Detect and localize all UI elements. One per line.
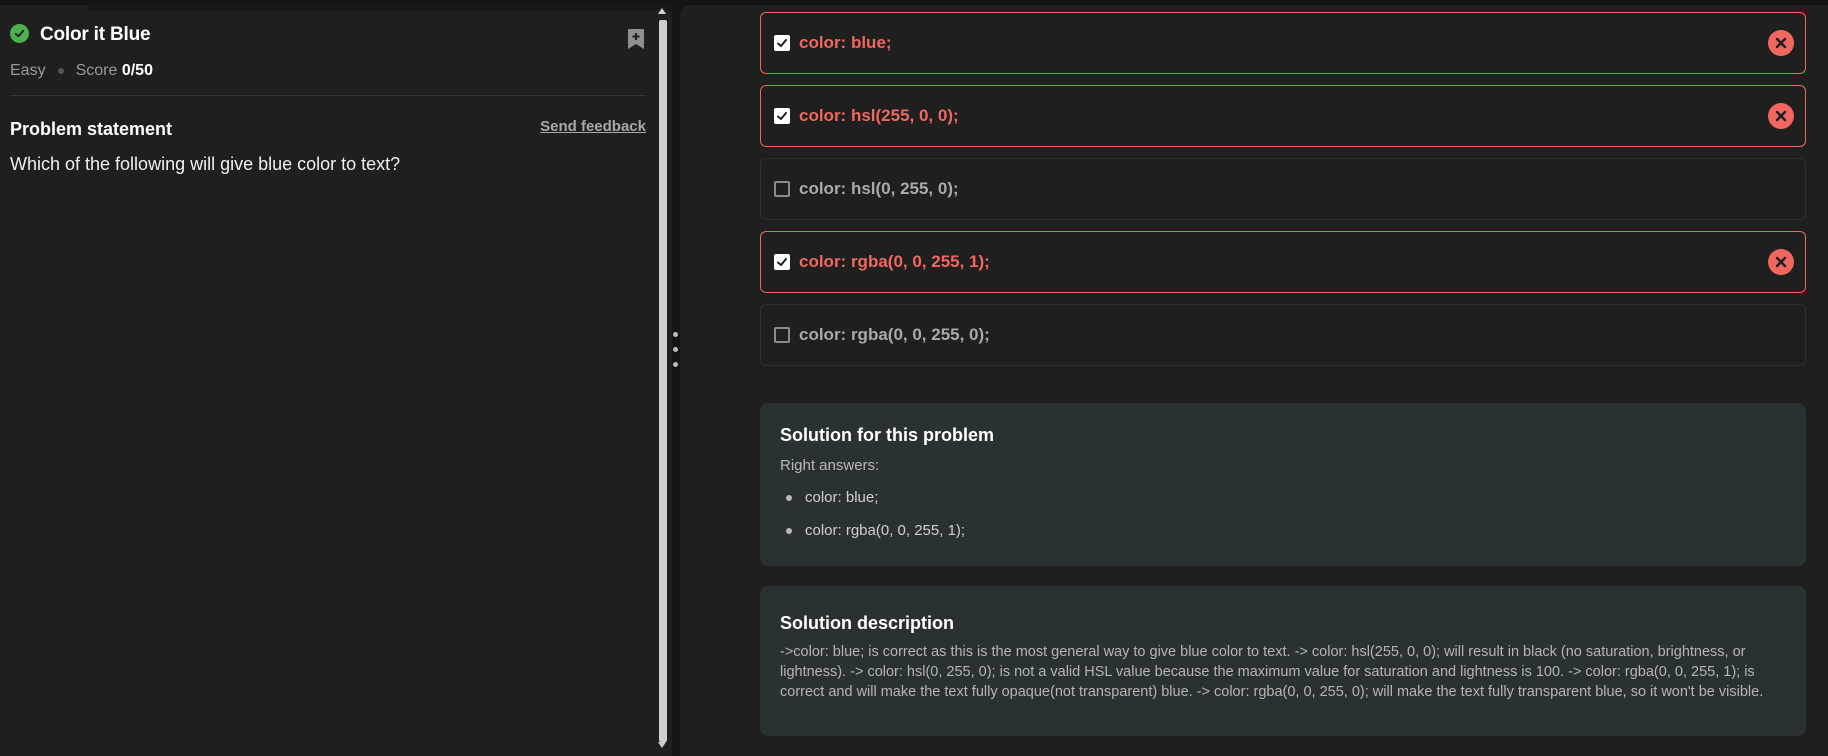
score-label: Score [75,62,118,79]
drag-handle-icon[interactable] [673,332,679,368]
right-answers-label: Right answers: [780,457,880,474]
answer-panel: color: blue; color: hsl(255, 0, 0); color:… [680,5,1828,756]
option-checkbox[interactable] [774,254,790,270]
check-circle-icon [10,23,29,43]
meta-separator [57,68,64,74]
bullet-icon [786,494,792,501]
option-5[interactable]: color: rgba(0, 0, 255, 0); [760,304,1806,366]
title-row: Color it Blue [10,23,646,49]
scrollbar-thumb[interactable] [659,20,667,742]
answer-text: color: blue; [805,489,879,506]
option-checkbox[interactable] [774,327,790,343]
difficulty-label: Easy [10,62,46,79]
option-checkbox[interactable] [774,108,790,124]
option-label: color: rgba(0, 0, 255, 1); [799,252,990,271]
list-item: color: blue; [786,489,965,506]
statement-heading: Problem statement [10,119,173,139]
option-3[interactable]: color: hsl(0, 255, 0); [760,158,1806,220]
description-card: Solution description ->color: blue; is c… [760,586,1806,736]
score: Score 0/50 [76,62,153,80]
option-label: color: rgba(0, 0, 255, 0); [799,325,990,344]
option-label: color: hsl(255, 0, 0); [799,106,959,125]
problem-title: Color it Blue [40,24,151,45]
question-text: Which of the following will give blue co… [10,154,401,174]
panel-resize-handle[interactable] [672,0,680,756]
close-circle-icon [1768,30,1794,56]
options-list: color: blue; color: hsl(255, 0, 0); color:… [760,12,1806,377]
description-heading: Solution description [780,613,954,633]
problem-meta: Easy Score 0/50 [10,62,153,80]
option-2[interactable]: color: hsl(255, 0, 0); [760,85,1806,147]
option-label: color: blue; [799,33,892,52]
solution-card: Solution for this problem Right answers:… [760,403,1806,566]
close-circle-icon [1768,103,1794,129]
list-item: color: rgba(0, 0, 255, 1); [786,522,965,539]
option-4[interactable]: color: rgba(0, 0, 255, 1); [760,231,1806,293]
score-value: 0/50 [121,62,153,79]
right-answers-list: color: blue; color: rgba(0, 0, 255, 1); [786,489,965,555]
problem-panel: Color it Blue Easy Score 0/50 Problem st… [0,0,672,756]
option-checkbox[interactable] [774,181,790,197]
scroll-up-arrow-icon[interactable] [658,8,666,14]
option-label: color: hsl(0, 255, 0); [799,179,959,198]
divider [10,95,646,96]
option-checkbox[interactable] [774,35,790,51]
bookmark-add-icon[interactable] [626,28,646,50]
close-circle-icon [1768,249,1794,275]
panel-tab-strip [88,5,672,11]
solution-heading: Solution for this problem [780,425,994,445]
option-1[interactable]: color: blue; [760,12,1806,74]
bullet-icon [786,527,792,534]
send-feedback-link[interactable]: Send feedback [540,118,646,135]
answer-text: color: rgba(0, 0, 255, 1); [805,522,966,539]
description-text: ->color: blue; is correct as this is the… [780,644,1764,700]
scroll-down-arrow-icon[interactable] [658,742,666,748]
